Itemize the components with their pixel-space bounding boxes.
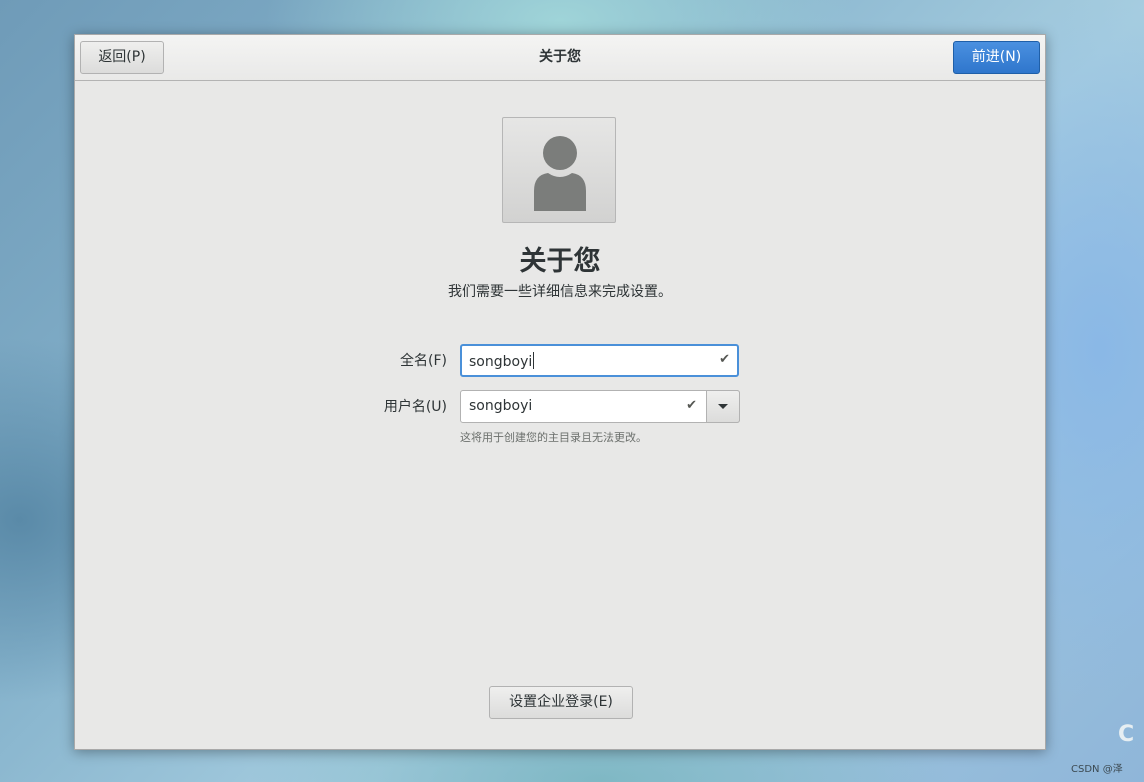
next-button[interactable]: 前进(N)	[953, 41, 1040, 74]
back-button[interactable]: 返回(P)	[80, 41, 164, 74]
header-bar: 关于您 返回(P) 前进(N)	[75, 35, 1045, 81]
username-combobox[interactable]: songboyi ✔	[460, 390, 740, 423]
watermark-letter: C	[1118, 722, 1135, 747]
text-cursor	[533, 352, 535, 369]
fullname-value: songboyi	[469, 352, 535, 370]
checkmark-icon: ✔	[719, 352, 730, 367]
page-subtitle: 我们需要一些详细信息来完成设置。	[448, 284, 672, 300]
fullname-label: 全名(F)	[400, 353, 447, 369]
user-avatar-icon	[534, 136, 586, 211]
page-heading: 关于您	[519, 246, 601, 277]
header-title: 关于您	[539, 49, 581, 65]
username-hint: 这将用于创建您的主目录且无法更改。	[460, 431, 647, 444]
username-label: 用户名(U)	[383, 399, 447, 415]
avatar-button[interactable]	[502, 117, 616, 223]
enterprise-login-button[interactable]: 设置企业登录(E)	[489, 686, 633, 719]
setup-window: 关于您 返回(P) 前进(N) 关于您 我们需要一些详细信息来完成设置。 全名(…	[74, 34, 1046, 750]
watermark-text: CSDN @泽	[1071, 764, 1123, 775]
checkmark-icon: ✔	[686, 398, 697, 413]
username-value: songboyi	[469, 398, 533, 414]
fullname-input[interactable]: songboyi ✔	[460, 344, 739, 377]
username-dropdown-button[interactable]	[706, 390, 740, 423]
chevron-down-icon	[718, 404, 728, 409]
desktop-background: 关于您 返回(P) 前进(N) 关于您 我们需要一些详细信息来完成设置。 全名(…	[0, 0, 1144, 782]
